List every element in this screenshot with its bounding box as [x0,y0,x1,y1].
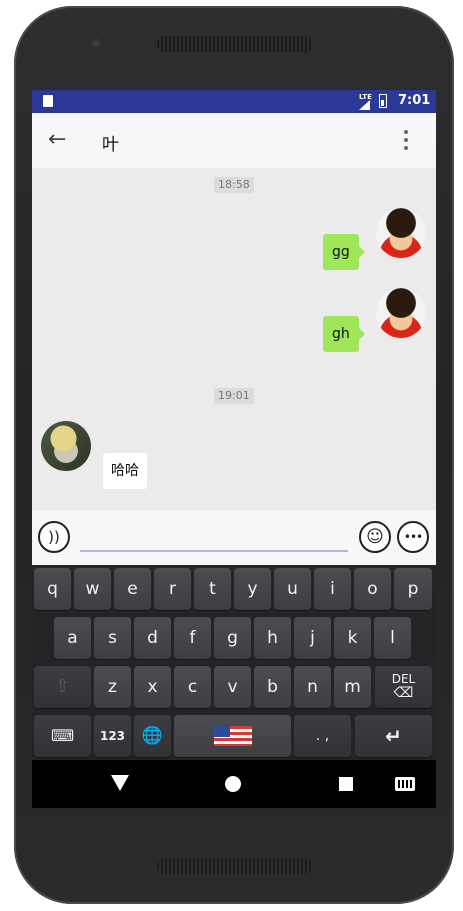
nav-back-icon[interactable] [111,775,129,791]
key-d[interactable]: d [134,617,171,659]
luffy-avatar[interactable] [376,208,426,258]
battery-icon [379,94,387,108]
keyboard-settings-icon[interactable]: ⌨ [34,715,91,757]
key-a[interactable]: a [54,617,91,659]
incoming-message[interactable]: 哈哈 [103,453,147,489]
front-camera [92,39,100,47]
key-v[interactable]: v [214,666,251,708]
navigation-bar [32,760,436,808]
nav-recents-icon[interactable] [339,777,353,791]
signal-icon [359,100,370,110]
enter-icon[interactable]: ↵ [355,715,432,757]
key-j[interactable]: j [294,617,331,659]
more-vert-icon[interactable] [396,125,416,155]
key-s[interactable]: s [94,617,131,659]
key-u[interactable]: u [274,568,311,610]
key-w[interactable]: w [74,568,111,610]
voice-icon[interactable]: )) [38,521,70,553]
key-c[interactable]: c [174,666,211,708]
key-f[interactable]: f [174,617,211,659]
key-n[interactable]: n [294,666,331,708]
key-o[interactable]: o [354,568,391,610]
delete-label: DEL [391,672,416,686]
key-t[interactable]: t [194,568,231,610]
clock: 7:01 [398,93,431,108]
key-p[interactable]: p [394,568,432,610]
nav-home-icon[interactable] [225,776,241,792]
luffy-avatar[interactable] [376,288,426,338]
keyboard-switch-icon[interactable] [395,777,415,791]
timestamp: 19:01 [214,388,254,404]
sd-card-icon [43,95,53,107]
chat-title: 叶 [102,135,119,155]
punctuation-key[interactable]: . , [294,715,351,757]
delete-key[interactable]: DEL ⌫ [375,666,432,708]
screen: LTE 7:01 ← 叶 18:58 gg gh 19:01 哈哈 )) ☺ •… [32,90,436,808]
earpiece-speaker [157,36,313,52]
key-l[interactable]: l [374,617,411,659]
key-z[interactable]: z [94,666,131,708]
key-g[interactable]: g [214,617,251,659]
contact-avatar[interactable] [41,421,91,471]
status-bar: LTE 7:01 [32,90,436,113]
bottom-speaker [157,858,313,874]
key-i[interactable]: i [314,568,351,610]
key-y[interactable]: y [234,568,271,610]
key-x[interactable]: x [134,666,171,708]
key-r[interactable]: r [154,568,191,610]
space-key[interactable] [174,715,291,757]
key-b[interactable]: b [254,666,291,708]
key-q[interactable]: q [34,568,71,610]
message-list[interactable]: 18:58 gg gh 19:01 哈哈 [32,168,436,510]
input-bar: )) ☺ ••• [32,510,436,565]
more-options-icon[interactable]: ••• [397,521,429,553]
key-e[interactable]: e [114,568,151,610]
key-h[interactable]: h [254,617,291,659]
timestamp: 18:58 [214,177,254,193]
soft-keyboard: q w e r t y u i o p a s d f g h j k l ⇧ … [32,565,436,760]
backspace-icon: ⌫ [393,685,414,701]
globe-icon[interactable]: 🌐 [134,715,171,757]
message-input[interactable] [80,524,348,552]
key-m[interactable]: m [334,666,371,708]
shift-icon[interactable]: ⇧ [34,666,91,708]
app-bar: ← 叶 [32,113,436,168]
emoji-icon[interactable]: ☺ [359,521,391,553]
numbers-key[interactable]: 123 [94,715,131,757]
key-k[interactable]: k [334,617,371,659]
arrow-left-icon[interactable]: ← [48,125,72,155]
outgoing-message[interactable]: gh [323,316,365,352]
us-flag-icon [214,726,252,746]
outgoing-message[interactable]: gg [323,234,365,270]
